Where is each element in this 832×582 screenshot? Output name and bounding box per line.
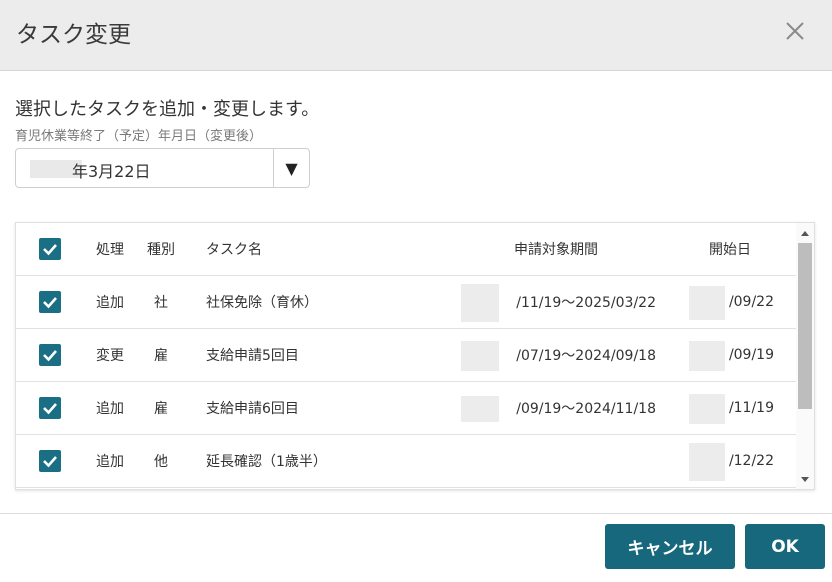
dialog-header: タスク変更 — [0, 0, 832, 71]
triangle-down-icon[interactable]: ▼ — [274, 149, 309, 187]
checkmark-icon — [43, 403, 57, 415]
row-start-date: /09/22 — [728, 294, 774, 310]
close-icon — [786, 22, 804, 40]
end-date-label: 育児休業等終了（予定）年月日（変更後） — [15, 129, 263, 144]
row-period: /07/19〜2024/09/18 — [516, 348, 656, 364]
row-process: 追加 — [96, 401, 124, 417]
row-task-name: 延長確認（1歳半） — [206, 454, 327, 470]
row-kind: 他 — [154, 454, 168, 470]
row-process: 追加 — [96, 454, 124, 470]
task-table: 処理 種別 タスク名 申請対象期間 開始日 追加 社 社保免除（育休） /11/… — [15, 222, 815, 490]
header-period: 申請対象期間 — [514, 242, 598, 258]
row-start-date: /09/19 — [728, 347, 774, 363]
row-checkbox[interactable] — [39, 291, 61, 313]
row-checkbox[interactable] — [39, 450, 61, 472]
row-period — [456, 435, 656, 487]
header-task-name: タスク名 — [206, 242, 262, 258]
header-start-date: 開始日 — [709, 242, 751, 258]
checkmark-icon — [43, 244, 57, 256]
row-period: /11/19〜2025/03/22 — [516, 295, 656, 311]
end-date-value: 年3月22日 — [72, 162, 151, 181]
checkmark-icon — [43, 350, 57, 362]
row-task-name: 支給申請6回目 — [206, 401, 299, 417]
header-process: 処理 — [96, 242, 124, 258]
cancel-button[interactable]: キャンセル — [605, 524, 735, 569]
header-kind: 種別 — [147, 242, 175, 258]
checkmark-icon — [43, 297, 57, 309]
row-kind: 雇 — [154, 401, 168, 417]
checkmark-icon — [43, 456, 57, 468]
table-row[interactable]: 追加 社 社保免除（育休） /11/19〜2025/03/22 /09/22 — [16, 276, 796, 329]
table-row[interactable]: 追加 雇 支給申請6回目 /09/19〜2024/11/18 /11/19 — [16, 382, 796, 435]
table-row[interactable]: 追加 他 延長確認（1歳半） /12/22 — [16, 435, 796, 488]
row-period: /09/19〜2024/11/18 — [516, 401, 656, 417]
row-task-name: 社保免除（育休） — [206, 295, 318, 311]
close-button[interactable] — [784, 20, 806, 42]
select-all-checkbox[interactable] — [39, 238, 61, 260]
row-kind: 社 — [154, 295, 168, 311]
table-row[interactable]: 変更 雇 支給申請5回目 /07/19〜2024/09/18 /09/19 — [16, 329, 796, 382]
scroll-up-icon[interactable] — [796, 225, 814, 241]
scroll-thumb[interactable] — [798, 243, 812, 409]
row-process: 追加 — [96, 295, 124, 311]
dialog-title: タスク変更 — [16, 22, 131, 48]
row-checkbox[interactable] — [39, 344, 61, 366]
ok-button[interactable]: OK — [745, 524, 825, 569]
end-date-select[interactable]: 年3月22日 ▼ — [15, 148, 310, 188]
row-start-date: /11/19 — [728, 400, 774, 416]
row-start-date: /12/22 — [728, 453, 774, 469]
scroll-down-icon[interactable] — [796, 471, 814, 487]
row-kind: 雇 — [154, 348, 168, 364]
footer-divider — [0, 513, 832, 514]
table-scrollbar[interactable] — [796, 223, 814, 489]
table-header-row: 処理 種別 タスク名 申請対象期間 開始日 — [16, 223, 796, 276]
row-checkbox[interactable] — [39, 397, 61, 419]
dialog-description: 選択したタスクを追加・変更します。 — [15, 99, 320, 120]
row-process: 変更 — [96, 348, 124, 364]
row-task-name: 支給申請5回目 — [206, 348, 299, 364]
